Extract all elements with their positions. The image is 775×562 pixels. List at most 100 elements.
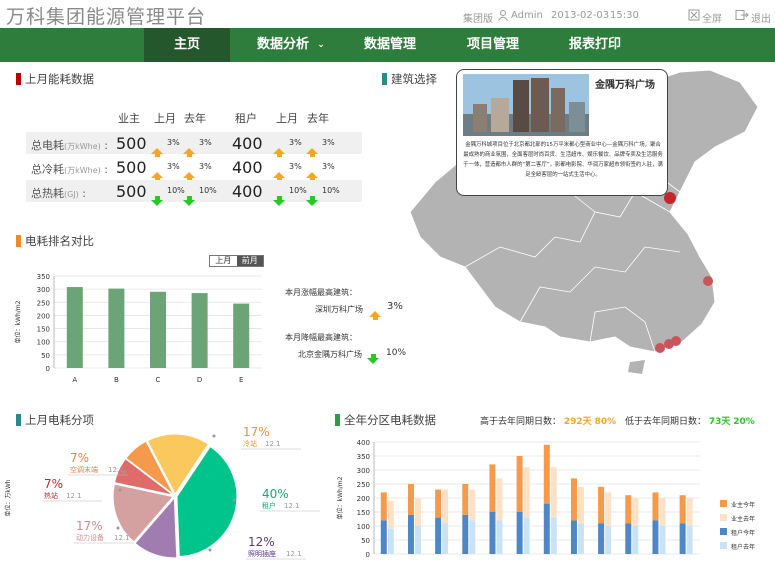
bar-tenant-this-year[interactable]	[625, 523, 632, 554]
bar-owner-this-year[interactable]	[516, 456, 523, 512]
bar-tenant-last-year[interactable]	[387, 528, 394, 554]
bar-owner-this-year[interactable]	[462, 484, 469, 515]
fullscreen-button[interactable]: 全屏	[702, 10, 722, 25]
legend-swatch	[720, 528, 727, 535]
bar-A[interactable]	[66, 287, 83, 368]
bar-tenant-last-year[interactable]	[414, 526, 421, 554]
slice-value: 12.1	[114, 534, 130, 542]
col-owner: 业主	[118, 112, 140, 125]
bar-tenant-last-year[interactable]	[632, 526, 639, 554]
bar-owner-this-year[interactable]	[380, 492, 387, 521]
map-marker-shenzhen[interactable]	[655, 343, 665, 353]
bar-owner-this-year[interactable]	[407, 484, 414, 515]
bar-owner-this-year[interactable]	[625, 495, 632, 524]
slice-name: 空调末端	[70, 465, 98, 474]
bar-tenant-last-year[interactable]	[523, 517, 530, 554]
nav-report-print[interactable]: 报表打印	[560, 28, 630, 62]
bar-tenant-this-year[interactable]	[652, 520, 659, 554]
bar-tenant-last-year[interactable]	[659, 526, 666, 554]
bar-owner-last-year[interactable]	[387, 500, 394, 529]
bar-owner-this-year[interactable]	[598, 486, 605, 524]
bar-tenant-this-year[interactable]	[516, 512, 523, 554]
bar-tenant-last-year[interactable]	[496, 520, 503, 554]
bar-owner-last-year[interactable]	[442, 489, 449, 524]
bar-tenant-this-year[interactable]	[435, 517, 442, 554]
bar-E[interactable]	[233, 303, 250, 368]
owner-last-year-pct: 3%	[199, 162, 212, 171]
bar-tenant-this-year[interactable]	[543, 503, 550, 554]
slice-percent: 7%	[44, 477, 63, 491]
bar-owner-last-year[interactable]	[496, 478, 503, 521]
bar-tenant-this-year[interactable]	[679, 523, 686, 554]
bar-owner-this-year[interactable]	[435, 489, 442, 518]
legend-swatch	[720, 500, 727, 507]
logout-button[interactable]: 退出	[751, 10, 771, 25]
logout-icon[interactable]	[735, 9, 749, 24]
bar-tenant-this-year[interactable]	[570, 520, 577, 554]
map-marker-beijing[interactable]	[664, 192, 676, 204]
bar-tenant-last-year[interactable]	[550, 517, 557, 554]
bar-owner-this-year[interactable]	[543, 444, 550, 504]
x-tick-label: D	[197, 376, 202, 384]
bar-tenant-last-year[interactable]	[442, 523, 449, 554]
bar-tenant-last-year[interactable]	[605, 526, 612, 554]
down-arrow-icon	[151, 187, 163, 206]
bar-D[interactable]	[191, 293, 208, 368]
bar-owner-this-year[interactable]	[489, 464, 496, 512]
energy-row-label: 总热耗(GJ) :	[31, 187, 87, 200]
nav-project-management[interactable]: 项目管理	[458, 28, 528, 62]
bar-owner-last-year[interactable]	[605, 492, 612, 526]
bar-owner-last-year[interactable]	[523, 467, 530, 518]
lower-days: 73天	[708, 417, 731, 427]
bar-tenant-last-year[interactable]	[469, 520, 476, 554]
toggle-prev-month[interactable]: 前月	[236, 256, 263, 266]
label-anchor	[122, 470, 126, 474]
bar-tenant-last-year[interactable]	[686, 526, 693, 554]
fall-arrow-icon	[367, 345, 379, 364]
legend-swatch	[720, 542, 727, 549]
y-axis-label: 单位：kWh/m2	[336, 476, 344, 519]
bar-B[interactable]	[108, 288, 125, 368]
slice-value: 12.1	[108, 466, 124, 474]
bar-tenant-this-year[interactable]	[380, 520, 387, 554]
nav-data-analysis[interactable]: 数据分析	[248, 28, 318, 62]
bar-owner-last-year[interactable]	[659, 498, 666, 526]
bar-tenant-this-year[interactable]	[489, 512, 496, 554]
bar-owner-this-year[interactable]	[679, 495, 686, 524]
bar-C[interactable]	[150, 291, 166, 368]
bar-tenant-this-year[interactable]	[407, 514, 414, 554]
owner-last-month-pct: 3%	[167, 162, 180, 171]
bar-owner-last-year[interactable]	[632, 498, 639, 526]
energy-row-label: 总电耗(万kWhe) :	[31, 139, 108, 152]
slice-value: 12.1	[286, 550, 302, 558]
map-marker-east[interactable]	[703, 276, 713, 286]
bar-tenant-this-year[interactable]	[598, 523, 605, 554]
bar-owner-this-year[interactable]	[652, 492, 659, 521]
rise-title: 本月涨幅最高建筑：	[285, 288, 357, 297]
bar-owner-last-year[interactable]	[550, 467, 557, 518]
bar-owner-last-year[interactable]	[469, 489, 476, 521]
toggle-last-month[interactable]: 上月	[210, 256, 237, 266]
chevron-down-icon[interactable]: ⌄	[314, 28, 328, 62]
user-name[interactable]: Admin	[511, 10, 543, 21]
nav-home[interactable]: 主页	[144, 28, 230, 62]
bar-owner-last-year[interactable]	[686, 498, 693, 526]
legend-label: 租户去年	[731, 543, 755, 551]
bar-owner-last-year[interactable]	[414, 498, 421, 526]
tenant-last-year-pct: 10%	[322, 186, 340, 195]
fullscreen-icon[interactable]	[688, 9, 700, 24]
bar-tenant-last-year[interactable]	[577, 523, 584, 554]
map-marker-south[interactable]	[671, 336, 681, 346]
legend-label: 租户今年	[731, 529, 755, 537]
bar-owner-last-year[interactable]	[577, 486, 584, 524]
bar-tenant-this-year[interactable]	[462, 514, 469, 554]
tenant-value: 400	[232, 158, 263, 177]
y-tick-label: 200	[37, 312, 50, 320]
tenant-last-month-pct: 10%	[289, 186, 307, 195]
slice-percent: 7%	[70, 451, 89, 465]
annual-stacked-bar-chart: 0 50 100 150 200 250 300 350 400 单位：kWh/m2 业主今年业主去…	[336, 439, 755, 559]
label-anchor	[116, 526, 120, 530]
nav-data-management[interactable]: 数据管理	[355, 28, 425, 62]
bar-owner-this-year[interactable]	[570, 478, 577, 521]
tenant-last-year-pct: 3%	[322, 138, 335, 147]
